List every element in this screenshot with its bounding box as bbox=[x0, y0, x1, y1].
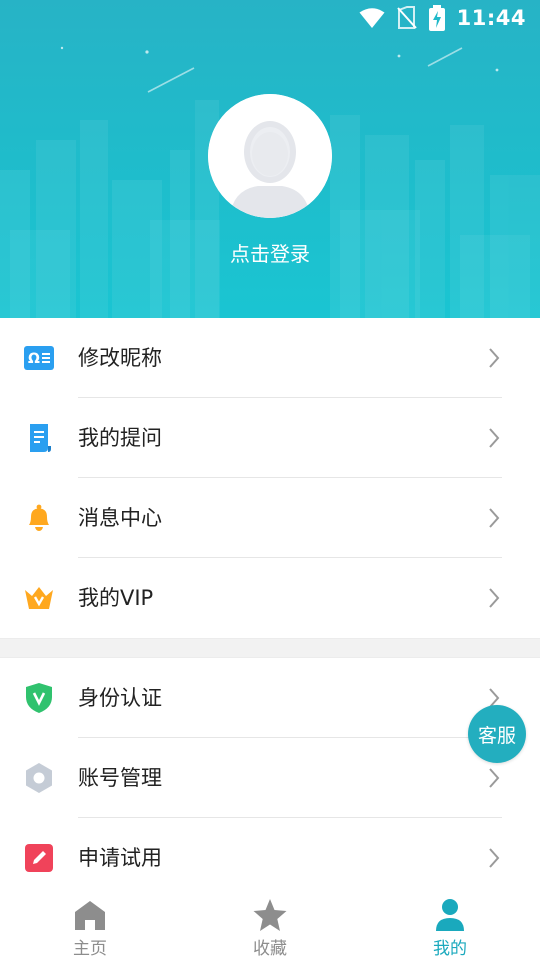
nav-label: 主页 bbox=[73, 939, 107, 959]
svg-text:Ω: Ω bbox=[28, 351, 40, 367]
battery-charging-icon bbox=[428, 5, 445, 31]
menu-group-security: 身份认证 账号管理 申请试用 bbox=[0, 658, 540, 898]
wifi-icon bbox=[359, 7, 385, 29]
chevron-right-icon bbox=[489, 848, 500, 868]
crown-icon bbox=[24, 583, 54, 613]
bell-icon bbox=[24, 503, 54, 533]
nickname-card-icon: Ω bbox=[24, 343, 54, 373]
login-prompt[interactable]: 点击登录 bbox=[0, 238, 540, 267]
menu-item-edit-nickname[interactable]: Ω 修改昵称 bbox=[0, 318, 540, 398]
chevron-right-icon bbox=[489, 588, 500, 608]
chevron-right-icon bbox=[489, 428, 500, 448]
nav-item-home[interactable]: 主页 bbox=[0, 890, 180, 960]
shield-v-icon bbox=[24, 683, 54, 713]
menu-label: 我的VIP bbox=[78, 586, 154, 610]
menu-label: 修改昵称 bbox=[78, 346, 162, 370]
pencil-icon bbox=[24, 843, 54, 873]
menu-item-account-management[interactable]: 账号管理 bbox=[0, 738, 540, 818]
menu-label: 身份认证 bbox=[78, 686, 162, 710]
question-doc-icon bbox=[24, 423, 54, 453]
profile-header: 11:44 点击登录 bbox=[0, 0, 540, 318]
avatar[interactable] bbox=[208, 94, 332, 218]
menu-label: 申请试用 bbox=[78, 846, 162, 870]
star-icon bbox=[253, 898, 287, 932]
status-bar: 11:44 bbox=[0, 0, 540, 36]
section-gap bbox=[0, 638, 540, 658]
nav-item-mine[interactable]: 我的 bbox=[360, 890, 540, 960]
menu-label: 消息中心 bbox=[78, 506, 162, 530]
chevron-right-icon bbox=[489, 508, 500, 528]
nav-label: 收藏 bbox=[253, 939, 287, 959]
nav-item-favorites[interactable]: 收藏 bbox=[180, 890, 360, 960]
person-icon bbox=[433, 898, 467, 932]
menu-group-account: Ω 修改昵称 我的提问 消息中心 我的VIP bbox=[0, 318, 540, 638]
profile-screen: 11:44 点击登录 Ω 修改昵称 我的提问 消息中心 我的VIP 身份认证 账… bbox=[0, 0, 540, 960]
menu-item-my-vip[interactable]: 我的VIP bbox=[0, 558, 540, 638]
status-time: 11:44 bbox=[456, 6, 526, 30]
customer-service-button[interactable]: 客服 bbox=[468, 705, 526, 763]
menu-item-identity-verification[interactable]: 身份认证 bbox=[0, 658, 540, 738]
home-icon bbox=[73, 898, 107, 932]
menu-item-message-center[interactable]: 消息中心 bbox=[0, 478, 540, 558]
menu-item-my-questions[interactable]: 我的提问 bbox=[0, 398, 540, 478]
chevron-right-icon bbox=[489, 348, 500, 368]
bottom-nav: 主页 收藏 我的 bbox=[0, 890, 540, 960]
nav-label: 我的 bbox=[433, 939, 467, 959]
no-sim-icon bbox=[396, 6, 417, 30]
menu-label: 我的提问 bbox=[78, 426, 162, 450]
hexagon-nut-icon bbox=[24, 763, 54, 793]
menu-label: 账号管理 bbox=[78, 766, 162, 790]
chevron-right-icon bbox=[489, 768, 500, 788]
menu-item-apply-trial[interactable]: 申请试用 bbox=[0, 818, 540, 898]
avatar-placeholder-icon bbox=[208, 94, 332, 218]
